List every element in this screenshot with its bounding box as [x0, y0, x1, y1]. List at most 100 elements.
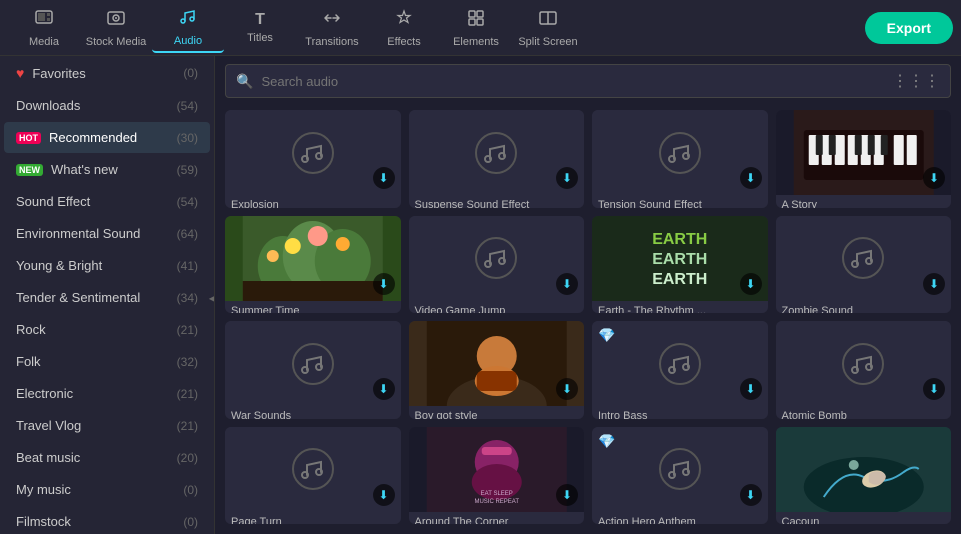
- sidebar-item-folk[interactable]: Folk (32): [4, 346, 210, 377]
- sidebar-label-recommended: Recommended: [49, 130, 137, 145]
- sidebar-item-travel-vlog[interactable]: Travel Vlog (21): [4, 410, 210, 441]
- download-btn-summer-time[interactable]: ⬇: [373, 273, 395, 295]
- toolbar-media[interactable]: Media: [8, 3, 80, 53]
- audio-card-label-video-game-jump: Video Game Jump: [409, 301, 585, 314]
- audio-grid: ⬇ Explosion ⬇ Suspense Sound Effect: [215, 106, 961, 534]
- audio-card-thumb-boy-got-style: ⬇: [409, 321, 585, 406]
- audio-card-label-suspense: Suspense Sound Effect: [409, 195, 585, 208]
- content-area: 🔍 ⋮⋮⋮ ⬇ Explosion: [215, 56, 961, 534]
- sidebar: ♥ Favorites (0) Downloads (54) HOT Recom…: [0, 56, 215, 534]
- download-btn-page-turn[interactable]: ⬇: [373, 484, 395, 506]
- svg-text:EARTH: EARTH: [652, 231, 707, 248]
- audio-card-thumb-page-turn: ⬇: [225, 427, 401, 512]
- audio-card-war-sounds[interactable]: ⬇ War Sounds: [225, 321, 401, 419]
- sidebar-item-recommended[interactable]: HOT Recommended (30): [4, 122, 210, 153]
- sidebar-item-rock[interactable]: Rock (21): [4, 314, 210, 345]
- sidebar-count-whats-new: (59): [177, 163, 198, 177]
- new-badge: NEW: [16, 164, 43, 176]
- toolbar-audio[interactable]: Audio: [152, 3, 224, 53]
- sidebar-item-whats-new[interactable]: NEW What's new (59): [4, 154, 210, 185]
- sidebar-item-my-music[interactable]: My music (0): [4, 474, 210, 505]
- audio-card-tension[interactable]: ⬇ Tension Sound Effect: [592, 110, 768, 208]
- audio-card-intro-bass[interactable]: 💎 ⬇ Intro Bass: [592, 321, 768, 419]
- toolbar: Media Stock Media Audio T Titles Transit…: [0, 0, 961, 56]
- sidebar-item-electronic[interactable]: Electronic (21): [4, 378, 210, 409]
- audio-card-action-hero-anthem[interactable]: 💎 ⬇ Action Hero Anthem: [592, 427, 768, 525]
- sidebar-label-filmstock: Filmstock: [16, 514, 71, 529]
- audio-card-earth-rhythm[interactable]: EARTH EARTH EARTH ⬇ Earth - The Rhythm .…: [592, 216, 768, 314]
- sidebar-count-folk: (32): [177, 355, 198, 369]
- sidebar-label-beat-music: Beat music: [16, 450, 80, 465]
- sidebar-label-young-bright: Young & Bright: [16, 258, 102, 273]
- download-btn-explosion[interactable]: ⬇: [373, 167, 395, 189]
- audio-card-thumb-summer-time: ⬇: [225, 216, 401, 301]
- download-btn-suspense[interactable]: ⬇: [556, 167, 578, 189]
- sidebar-count-young-bright: (41): [177, 259, 198, 273]
- toolbar-transitions-label: Transitions: [305, 36, 358, 48]
- audio-card-a-story[interactable]: ⬇ A Story: [776, 110, 952, 208]
- audio-card-cacoun[interactable]: Cacoun: [776, 427, 952, 525]
- split-screen-icon: [538, 8, 558, 33]
- audio-card-label-summer-time: Summer Time: [225, 301, 401, 314]
- grid-options-icon[interactable]: ⋮⋮⋮: [892, 71, 940, 91]
- sidebar-label-downloads: Downloads: [16, 98, 80, 113]
- download-btn-boy-got-style[interactable]: ⬇: [556, 378, 578, 400]
- audio-card-thumb-video-game-jump: ⬇: [409, 216, 585, 301]
- audio-card-atomic-bomb[interactable]: ⬇ Atomic Bomb: [776, 321, 952, 419]
- download-btn-war-sounds[interactable]: ⬇: [373, 378, 395, 400]
- download-btn-intro-bass[interactable]: ⬇: [740, 378, 762, 400]
- audio-card-thumb-cacoun: [776, 427, 952, 512]
- toolbar-stock-media[interactable]: Stock Media: [80, 3, 152, 53]
- sidebar-item-downloads[interactable]: Downloads (54): [4, 90, 210, 121]
- sidebar-item-environmental-sound[interactable]: Environmental Sound (64): [4, 218, 210, 249]
- audio-card-explosion[interactable]: ⬇ Explosion: [225, 110, 401, 208]
- download-btn-zombie-sound[interactable]: ⬇: [923, 273, 945, 295]
- toolbar-stock-label: Stock Media: [86, 36, 147, 48]
- sidebar-label-favorites: Favorites: [32, 66, 85, 81]
- sidebar-item-tender-sentimental[interactable]: Tender & Sentimental (34) ◀: [4, 282, 210, 313]
- titles-icon: T: [255, 11, 265, 29]
- audio-card-label-action-hero-anthem: Action Hero Anthem: [592, 512, 768, 525]
- sidebar-item-beat-music[interactable]: Beat music (20): [4, 442, 210, 473]
- audio-card-summer-time[interactable]: ⬇ Summer Time: [225, 216, 401, 314]
- toolbar-transitions[interactable]: Transitions: [296, 3, 368, 53]
- sidebar-item-sound-effect[interactable]: Sound Effect (54): [4, 186, 210, 217]
- download-btn-action-hero-anthem[interactable]: ⬇: [740, 484, 762, 506]
- audio-card-zombie-sound[interactable]: ⬇ Zombie Sound: [776, 216, 952, 314]
- audio-card-page-turn[interactable]: ⬇ Page Turn: [225, 427, 401, 525]
- toolbar-titles[interactable]: T Titles: [224, 3, 296, 53]
- audio-card-label-around-the-corner: Around The Corner: [409, 512, 585, 525]
- download-btn-around-the-corner[interactable]: ⬇: [556, 484, 578, 506]
- sidebar-count-electronic: (21): [177, 387, 198, 401]
- sidebar-item-filmstock[interactable]: Filmstock (0): [4, 506, 210, 534]
- audio-card-label-a-story: A Story: [776, 195, 952, 208]
- download-btn-a-story[interactable]: ⬇: [923, 167, 945, 189]
- audio-card-suspense[interactable]: ⬇ Suspense Sound Effect: [409, 110, 585, 208]
- sidebar-item-young-bright[interactable]: Young & Bright (41): [4, 250, 210, 281]
- audio-icon: [178, 7, 198, 32]
- sidebar-count-recommended: (30): [177, 131, 198, 145]
- audio-card-thumb-earth-rhythm: EARTH EARTH EARTH ⬇: [592, 216, 768, 301]
- sidebar-label-rock: Rock: [16, 322, 46, 337]
- sidebar-item-favorites[interactable]: ♥ Favorites (0): [4, 57, 210, 89]
- download-btn-tension[interactable]: ⬇: [740, 167, 762, 189]
- audio-card-thumb-intro-bass: 💎 ⬇: [592, 321, 768, 406]
- export-button[interactable]: Export: [865, 12, 953, 44]
- search-icon: 🔍: [236, 73, 253, 90]
- audio-card-thumb-around-the-corner: EAT SLEEP MUSIC REPEAT ⬇: [409, 427, 585, 512]
- download-btn-earth-rhythm[interactable]: ⬇: [740, 273, 762, 295]
- toolbar-split-screen[interactable]: Split Screen: [512, 3, 584, 53]
- audio-card-boy-got-style[interactable]: ⬇ Boy got style: [409, 321, 585, 419]
- toolbar-elements[interactable]: Elements: [440, 3, 512, 53]
- audio-card-label-intro-bass: Intro Bass: [592, 406, 768, 419]
- download-btn-atomic-bomb[interactable]: ⬇: [923, 378, 945, 400]
- sidebar-count-my-music: (0): [183, 483, 198, 497]
- audio-card-video-game-jump[interactable]: ⬇ Video Game Jump: [409, 216, 585, 314]
- audio-card-around-the-corner[interactable]: EAT SLEEP MUSIC REPEAT ⬇ Around The Corn…: [409, 427, 585, 525]
- download-btn-video-game-jump[interactable]: ⬇: [556, 273, 578, 295]
- sidebar-count-sound-effect: (54): [177, 195, 198, 209]
- audio-card-label-tension: Tension Sound Effect: [592, 195, 768, 208]
- toolbar-effects[interactable]: Effects: [368, 3, 440, 53]
- search-input[interactable]: [261, 74, 884, 89]
- sidebar-count-beat-music: (20): [177, 451, 198, 465]
